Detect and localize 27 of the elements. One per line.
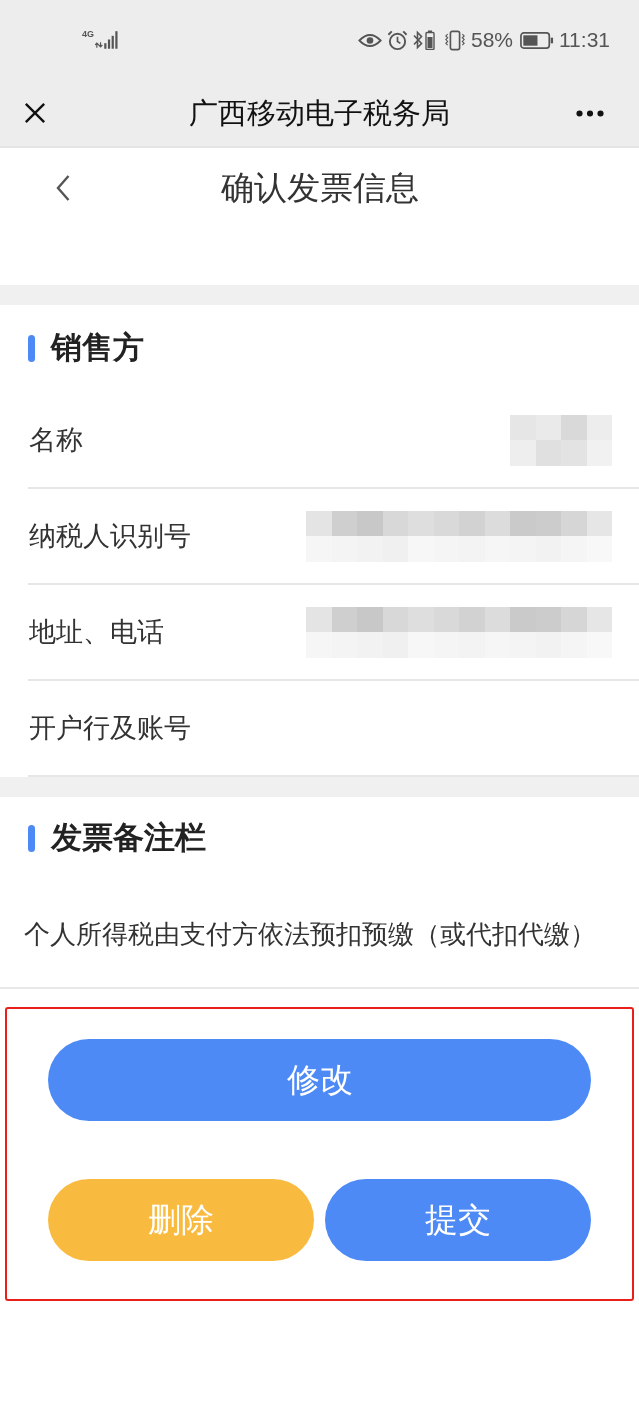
signal-icon — [95, 29, 119, 49]
close-icon[interactable] — [24, 102, 46, 124]
field-label: 纳税人识别号 — [29, 520, 191, 553]
battery-percent: 58% — [470, 28, 513, 52]
vibrate-icon — [443, 29, 466, 51]
remark-text: 个人所得税由支付方依法预扣预缴（或代扣代缴） — [24, 918, 596, 951]
more-options-icon[interactable] — [575, 109, 605, 117]
action-button[interactable]: 修改 — [48, 1039, 591, 1121]
field-label: 名称 — [29, 424, 83, 457]
window-title: 广西移动电子税务局 — [189, 96, 450, 131]
field-label: 地址、电话 — [29, 616, 164, 649]
clock-time: 11:31 — [559, 28, 610, 52]
page-title: 确认发票信息 — [220, 168, 419, 208]
action-button[interactable]: 提交 — [325, 1179, 591, 1261]
bluetooth-icon — [412, 30, 423, 50]
action-button[interactable]: 删除 — [48, 1179, 314, 1261]
section-title: 销售方 — [51, 329, 144, 367]
eye-icon — [357, 32, 382, 48]
section-title: 发票备注栏 — [51, 819, 206, 857]
accent-bar-icon — [28, 824, 35, 852]
alarm-clock-icon — [386, 29, 408, 51]
network-type-label: 4G — [82, 29, 94, 39]
accent-bar-icon — [28, 334, 35, 362]
battery-icon — [424, 30, 435, 50]
back-icon[interactable] — [56, 174, 70, 202]
battery-icon — [520, 31, 554, 49]
field-label: 开户行及账号 — [29, 712, 191, 745]
